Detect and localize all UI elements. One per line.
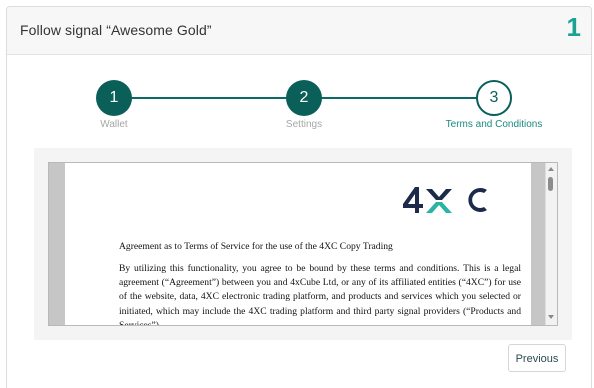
4xc-logo <box>403 187 487 213</box>
card-title: Follow signal “Awesome Gold” <box>20 22 212 38</box>
step-2-label: Settings <box>285 119 323 130</box>
step-1-circle[interactable]: 1 <box>96 80 132 116</box>
terms-heading: Agreement as to Terms of Service for the… <box>119 241 393 252</box>
scroll-thumb[interactable] <box>548 177 553 191</box>
step-3-circle[interactable]: 3 <box>476 80 512 116</box>
step-counter: 1 <box>566 12 581 42</box>
step-3-label: Terms and Conditions <box>445 119 543 130</box>
step-2-circle[interactable]: 2 <box>286 80 322 116</box>
terms-document-page: Agreement as to Terms of Service for the… <box>65 163 531 325</box>
previous-button[interactable]: Previous <box>508 344 566 372</box>
terms-document-viewer[interactable]: Agreement as to Terms of Service for the… <box>48 162 558 326</box>
terms-body-text: By utilizing this functionality, you agr… <box>119 263 521 326</box>
viewer-left-gutter <box>49 163 65 325</box>
viewer-right-gutter <box>531 163 545 325</box>
viewer-scrollbar[interactable] <box>545 163 557 325</box>
scroll-down-arrow-icon[interactable] <box>548 315 554 319</box>
card-header: Follow signal “Awesome Gold” 1 <box>7 7 591 55</box>
step-1-label: Wallet <box>100 119 128 130</box>
scroll-up-arrow-icon[interactable] <box>548 167 554 171</box>
